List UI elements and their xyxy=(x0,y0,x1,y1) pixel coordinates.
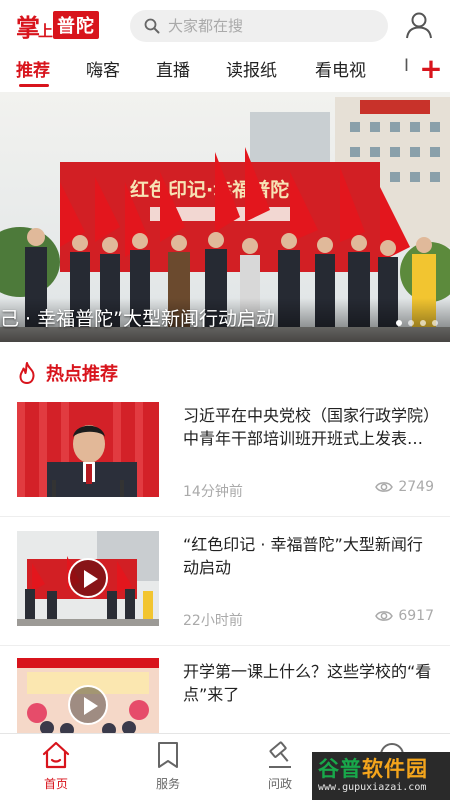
hot-section-title: 热点推荐 xyxy=(46,364,118,385)
tab-tv[interactable]: 看电视 xyxy=(315,56,366,81)
search-bar[interactable] xyxy=(130,10,388,42)
app-logo[interactable]: 掌上 普陀 xyxy=(16,10,100,42)
flame-icon xyxy=(19,362,35,384)
divider xyxy=(0,516,450,517)
nav-inquiry[interactable]: 问政 xyxy=(250,740,310,796)
home-icon xyxy=(42,741,70,769)
svg-text:红色印记·幸福普陀: 红色印记·幸福普陀 xyxy=(130,178,289,201)
news-item[interactable]: 习近平在中央党校（国家行政学院）中青年干部培训班开班式上发表重要讲话 14分钟前… xyxy=(0,402,450,528)
nav-home[interactable]: 首页 xyxy=(26,740,86,796)
add-channel-button[interactable]: + xyxy=(418,51,444,85)
carousel-dot[interactable] xyxy=(420,320,426,326)
hot-section-header: 热点推荐 xyxy=(18,360,118,386)
play-icon[interactable] xyxy=(68,685,108,725)
news-item[interactable]: “红色印记 · 幸福普陀”大型新闻行动启动 22小时前 6917 xyxy=(0,531,450,657)
news-views: 6917 xyxy=(375,608,434,624)
search-input[interactable] xyxy=(168,17,368,35)
gavel-icon xyxy=(269,741,291,768)
plus-icon: + xyxy=(419,51,443,85)
news-thumbnail xyxy=(17,531,159,626)
nav-home-label: 首页 xyxy=(43,777,68,791)
news-time: 22小时前 xyxy=(183,613,243,629)
banner-caption: 己 · 幸福普陀”大型新闻行动启动 xyxy=(0,298,450,342)
carousel-dot[interactable] xyxy=(408,320,414,326)
watermark-url: www.gupuxiazai.com xyxy=(318,782,427,793)
active-tab-indicator xyxy=(19,84,49,87)
tab-more-cut[interactable]: I xyxy=(404,56,409,76)
news-thumbnail xyxy=(17,402,159,497)
bookmark-icon xyxy=(158,742,178,768)
news-title[interactable]: 习近平在中央党校（国家行政学院）中青年干部培训班开班式上发表重要讲话 xyxy=(183,404,435,450)
eye-icon xyxy=(375,482,394,492)
eye-icon xyxy=(375,611,394,621)
news-title[interactable]: 开学第一课上什么？这些学校的“看点”来了 xyxy=(183,660,435,706)
news-title[interactable]: “红色印记 · 幸福普陀”大型新闻行动启动 xyxy=(183,533,435,579)
logo-text: 掌上 xyxy=(16,12,53,42)
channel-tabs: 推荐 嗨客 直播 读报纸 看电视 I + xyxy=(0,50,450,88)
carousel-dots xyxy=(396,320,438,326)
watermark-title: 谷普软件园 xyxy=(318,757,428,781)
site-watermark: 谷普软件园 www.gupuxiazai.com xyxy=(312,752,450,800)
logo-box-text: 普陀 xyxy=(53,11,100,39)
nav-inquiry-label: 问政 xyxy=(267,777,292,791)
tab-recommend[interactable]: 推荐 xyxy=(16,56,50,81)
play-icon[interactable] xyxy=(68,558,108,598)
carousel-dot[interactable] xyxy=(396,320,402,326)
tab-live[interactable]: 直播 xyxy=(156,56,190,81)
nav-service[interactable]: 服务 xyxy=(138,740,198,796)
news-views: 2749 xyxy=(375,479,434,495)
tab-haike[interactable]: 嗨客 xyxy=(86,56,120,81)
app-header: 掌上 普陀 xyxy=(0,0,450,50)
nav-service-label: 服务 xyxy=(155,777,180,791)
tab-newspaper[interactable]: 读报纸 xyxy=(226,56,277,81)
carousel-dot[interactable] xyxy=(432,320,438,326)
news-time: 14分钟前 xyxy=(183,484,243,500)
divider xyxy=(0,645,450,646)
search-icon xyxy=(144,18,160,34)
banner-carousel[interactable]: 红色印记·幸福普陀 己 · 幸福普陀”大型新闻行动启动 xyxy=(0,92,450,342)
user-icon[interactable] xyxy=(404,10,434,40)
